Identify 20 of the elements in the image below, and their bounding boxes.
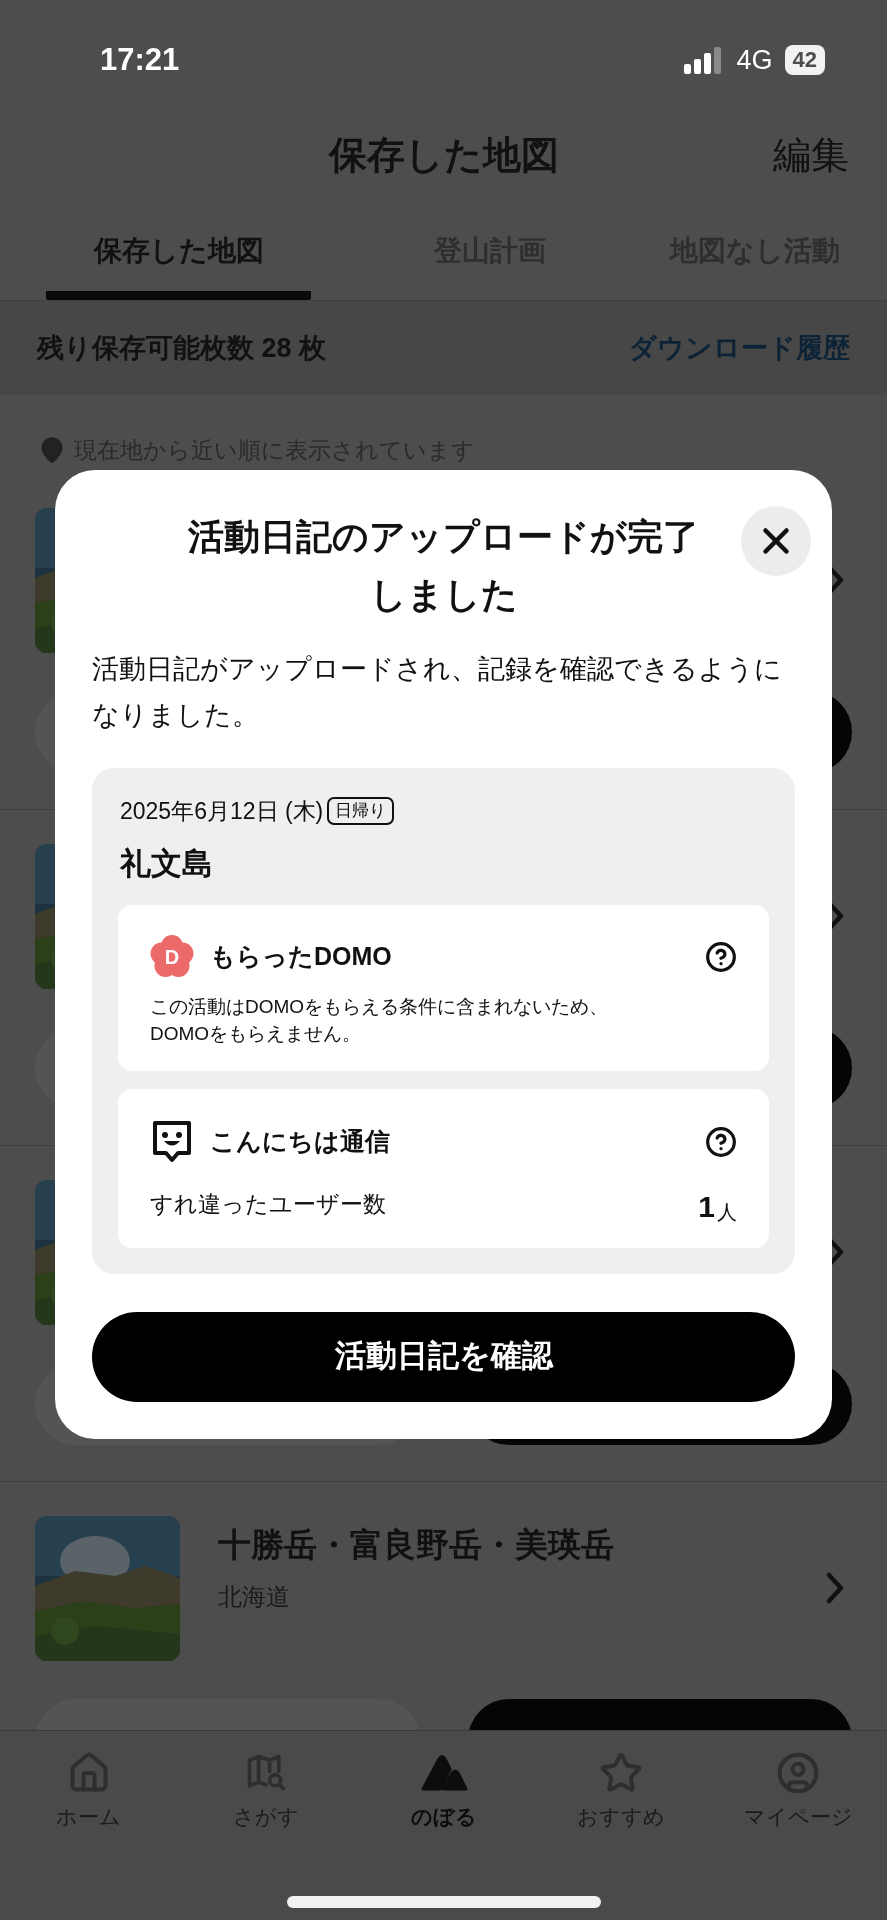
domo-note: この活動はDOMOをもらえる条件に含まれないため、DOMOをもらえません。 [150,995,610,1046]
activity-name: 礼文島 [119,844,214,883]
passed-users-count: 1 [698,1191,715,1222]
page-title: 保存した地図 [328,132,559,178]
nav-tab[interactable]: のぼる [354,1751,533,1833]
status-time: 17:21 [100,40,180,79]
trip-tag: 日帰り [327,797,395,826]
section-title: もらったDOMO [210,941,393,973]
network-label: 4G [736,43,773,77]
passed-users-label: すれ違ったユーザー数 [150,1190,386,1219]
dialog-title: 活動日記のアップロードが完了しました [187,515,700,617]
battery-level: 42 [784,45,825,75]
dialog-message: 活動日記がアップロードされ、記録を確認できるようになりました。 [92,653,783,732]
count-unit: 人 [717,1201,737,1222]
edit-button[interactable]: 編集 [773,126,849,184]
view-diary-button[interactable]: 活動日記を確認 [92,1311,795,1402]
map-title: 十勝岳・富良野岳・美瑛岳 [218,1524,615,1565]
activity-date: 2025年6月12日 (木) [120,797,324,826]
download-history-link[interactable]: ダウンロード履歴 [629,327,850,369]
section-title: こんにちは通信 [210,1126,391,1158]
